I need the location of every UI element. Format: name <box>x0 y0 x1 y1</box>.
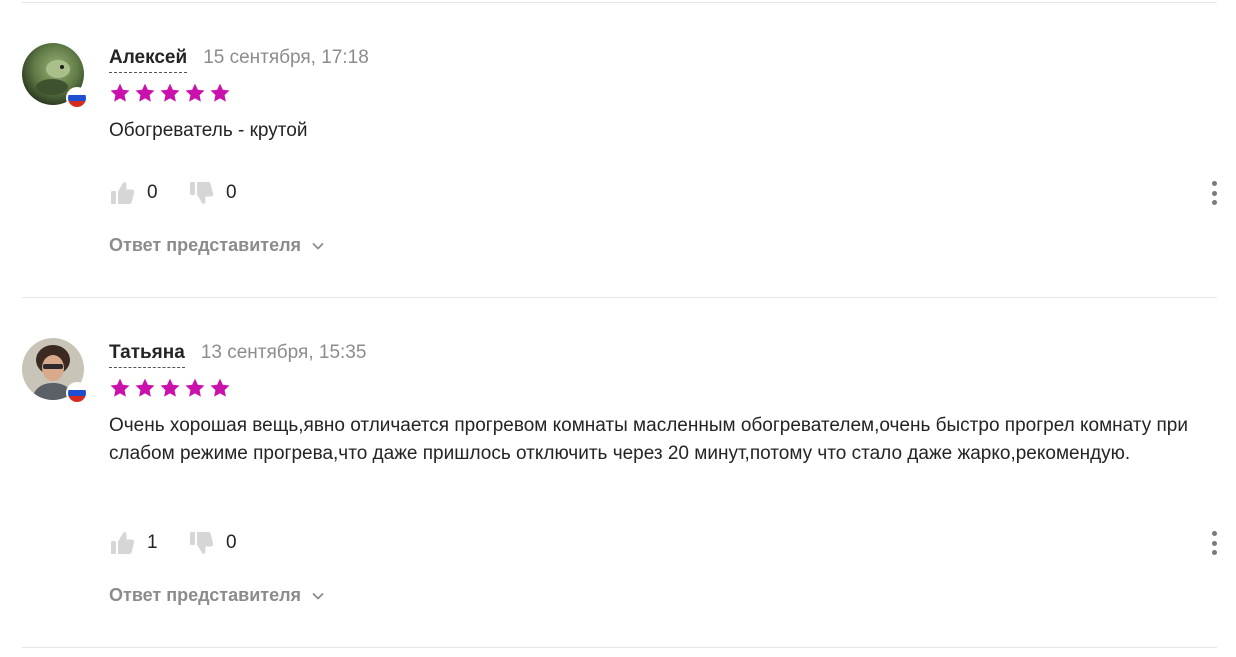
more-options-button[interactable] <box>1204 529 1224 557</box>
russia-flag-icon <box>66 382 88 404</box>
star-icon <box>185 83 205 102</box>
author-name[interactable]: Татьяна <box>109 342 185 368</box>
author-name[interactable]: Алексей <box>109 47 188 73</box>
dislike-count: 0 <box>226 182 237 203</box>
kebab-dot-icon <box>1211 550 1217 555</box>
thumbs-up-icon <box>111 532 135 554</box>
dislike-count: 0 <box>226 532 237 553</box>
like-count: 1 <box>147 532 158 553</box>
seller-reply-toggle[interactable]: Ответ представителя <box>109 585 325 606</box>
like-button[interactable]: 1 <box>109 529 177 557</box>
review-item: Алексей 15 сентября, 17:18 Обогреватель … <box>0 43 1236 263</box>
like-button[interactable]: 0 <box>109 179 177 207</box>
chevron-down-icon <box>312 242 324 249</box>
top-divider <box>22 2 1217 3</box>
more-options-button[interactable] <box>1204 179 1224 207</box>
review-date: 13 сентября, 15:35 <box>200 342 367 363</box>
thumbs-up-icon <box>111 182 135 204</box>
star-icon <box>135 83 155 102</box>
kebab-dot-icon <box>1211 200 1217 205</box>
star-icon <box>135 378 155 397</box>
star-icon <box>110 83 130 102</box>
star-icon <box>210 83 230 102</box>
kebab-dot-icon <box>1211 181 1217 186</box>
review-divider <box>22 297 1217 298</box>
avatar[interactable] <box>22 338 88 404</box>
review-text: Очень хорошая вещь,явно отличается прогр… <box>109 415 1188 464</box>
star-icon <box>210 378 230 397</box>
review-text: Обогреватель - крутой <box>109 120 308 141</box>
kebab-dot-icon <box>1211 540 1217 546</box>
star-icon <box>110 378 130 397</box>
dislike-button[interactable]: 0 <box>188 179 256 207</box>
like-count: 0 <box>147 182 158 203</box>
thumbs-down-icon <box>190 532 214 554</box>
rating-stars <box>109 82 231 104</box>
chevron-down-icon <box>312 592 324 599</box>
review-divider <box>22 647 1217 648</box>
russia-flag-icon <box>66 87 88 109</box>
kebab-dot-icon <box>1211 190 1217 196</box>
star-icon <box>185 378 205 397</box>
seller-reply-label: Ответ представителя <box>109 585 302 605</box>
review-date: 15 сентября, 17:18 <box>203 47 369 68</box>
kebab-dot-icon <box>1211 531 1217 536</box>
seller-reply-label: Ответ представителя <box>109 235 302 255</box>
review-item: Татьяна 13 сентября, 15:35 Очень хорошая… <box>0 338 1236 618</box>
star-icon <box>160 378 180 397</box>
avatar[interactable] <box>22 43 88 109</box>
thumbs-down-icon <box>190 182 214 204</box>
seller-reply-toggle[interactable]: Ответ представителя <box>109 235 325 256</box>
dislike-button[interactable]: 0 <box>188 529 256 557</box>
star-icon <box>160 83 180 102</box>
rating-stars <box>109 377 231 399</box>
